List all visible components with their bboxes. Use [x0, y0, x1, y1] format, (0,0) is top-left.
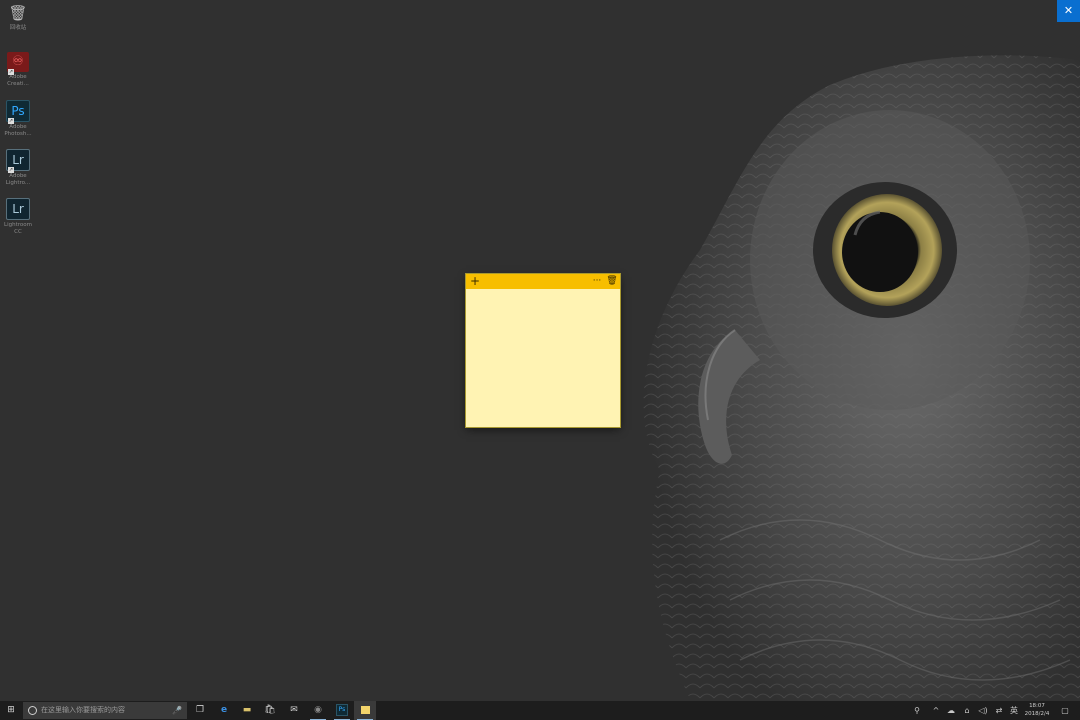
volume-icon[interactable]: ◁) — [976, 701, 990, 720]
settings-app-button[interactable]: ◉ — [307, 701, 329, 720]
notification-icon: ▢ — [1061, 706, 1069, 715]
edge-button[interactable]: e — [213, 701, 235, 720]
adobe-photoshop-icon[interactable]: Ps ↗ Adobe Photosh... — [2, 100, 34, 138]
search-input[interactable]: 在这里输入你要搜索的内容 🎤 — [23, 702, 187, 719]
clock[interactable]: 18:07 2018/2/4 — [1020, 702, 1054, 719]
edge-icon: e — [220, 705, 228, 715]
sticky-note-toolbar[interactable]: + ··· 🗑 — [466, 274, 620, 289]
windows-logo-icon: ⊞ — [7, 705, 15, 715]
cortana-icon — [28, 706, 37, 715]
show-hidden-icons-icon[interactable]: ^ — [929, 701, 943, 720]
network-icon[interactable]: ⌂ — [960, 701, 974, 720]
shortcut-arrow-icon: ↗ — [8, 118, 14, 124]
people-icon[interactable]: ⚲ — [910, 701, 924, 720]
sticky-notes-icon — [360, 705, 370, 714]
close-button[interactable]: ✕ — [1057, 0, 1080, 22]
photoshop-glyph: Ps ↗ — [6, 100, 30, 124]
trash-icon: 🗑 — [606, 276, 618, 286]
taskbar: ⊞ 在这里输入你要搜索的内容 🎤 ❐ e ▬ 🛍 ✉ ◉ Ps ⚲ ^ ☁ ⌂ … — [0, 701, 1080, 720]
photoshop-label: Adobe Photosh... — [4, 124, 32, 137]
recycle-bin-icon[interactable]: 🗑 回收站 — [2, 3, 34, 32]
lightroom-cc-icon[interactable]: Lr Lightroom CC — [2, 198, 34, 236]
clock-date: 2018/2/4 — [1024, 711, 1050, 717]
start-button[interactable]: ⊞ — [0, 701, 22, 720]
photoshop-icon: Ps — [336, 703, 348, 716]
file-explorer-button[interactable]: ▬ — [236, 701, 258, 720]
store-button[interactable]: 🛍 — [259, 701, 281, 720]
sticky-note: + ··· 🗑 — [466, 274, 620, 427]
ellipsis-icon: ··· — [592, 276, 602, 286]
lightroom-glyph: Lr ↗ — [6, 149, 30, 173]
shortcut-arrow-icon: ↗ — [8, 167, 14, 173]
adobe-lightroom-icon[interactable]: Lr ↗ Adobe Lightro... — [2, 149, 34, 187]
input-method-icon[interactable]: 英 — [1007, 701, 1021, 720]
more-options-button[interactable]: ··· — [591, 274, 603, 289]
lightroom-cc-label: Lightroom CC — [4, 222, 32, 235]
task-view-button[interactable]: ❐ — [189, 701, 211, 720]
creative-cloud-label: Adobe Creati... — [7, 74, 29, 87]
sync-icon[interactable]: ⇄ — [992, 701, 1006, 720]
shortcut-arrow-icon: ↗ — [8, 69, 14, 75]
lightroom-cc-glyph: Lr — [6, 198, 30, 220]
sticky-notes-taskbar-button[interactable] — [354, 701, 376, 720]
sticky-note-text-area[interactable] — [466, 289, 620, 427]
photoshop-taskbar-button[interactable]: Ps — [331, 701, 353, 720]
recycle-bin-glyph: 🗑 — [8, 4, 28, 22]
adobe-creative-cloud-icon[interactable]: ♾ ↗ Adobe Creati... — [2, 52, 34, 88]
lightroom-label: Adobe Lightro... — [5, 173, 31, 186]
store-icon: 🛍 — [264, 705, 276, 715]
settings-app-icon: ◉ — [314, 705, 322, 715]
mail-button[interactable]: ✉ — [283, 701, 305, 720]
microphone-icon[interactable]: 🎤 — [172, 702, 182, 719]
creative-cloud-glyph: ♾ ↗ — [7, 52, 29, 75]
task-view-icon: ❐ — [195, 705, 205, 715]
desktop: 🗑 回收站 ♾ ↗ Adobe Creati... Ps ↗ Adobe Pho… — [0, 0, 1080, 720]
add-note-button[interactable]: + — [469, 274, 481, 289]
notification-center-button[interactable]: ▢ — [1058, 701, 1072, 720]
delete-note-button[interactable]: 🗑 — [606, 274, 618, 289]
plus-icon: + — [469, 274, 481, 288]
recycle-bin-label: 回收站 — [9, 25, 27, 31]
onedrive-icon[interactable]: ☁ — [944, 701, 958, 720]
mail-icon: ✉ — [290, 705, 298, 715]
clock-time: 18:07 — [1029, 703, 1045, 709]
close-icon: ✕ — [1063, 4, 1074, 17]
search-placeholder: 在这里输入你要搜索的内容 — [41, 706, 125, 714]
folder-icon: ▬ — [242, 705, 252, 715]
